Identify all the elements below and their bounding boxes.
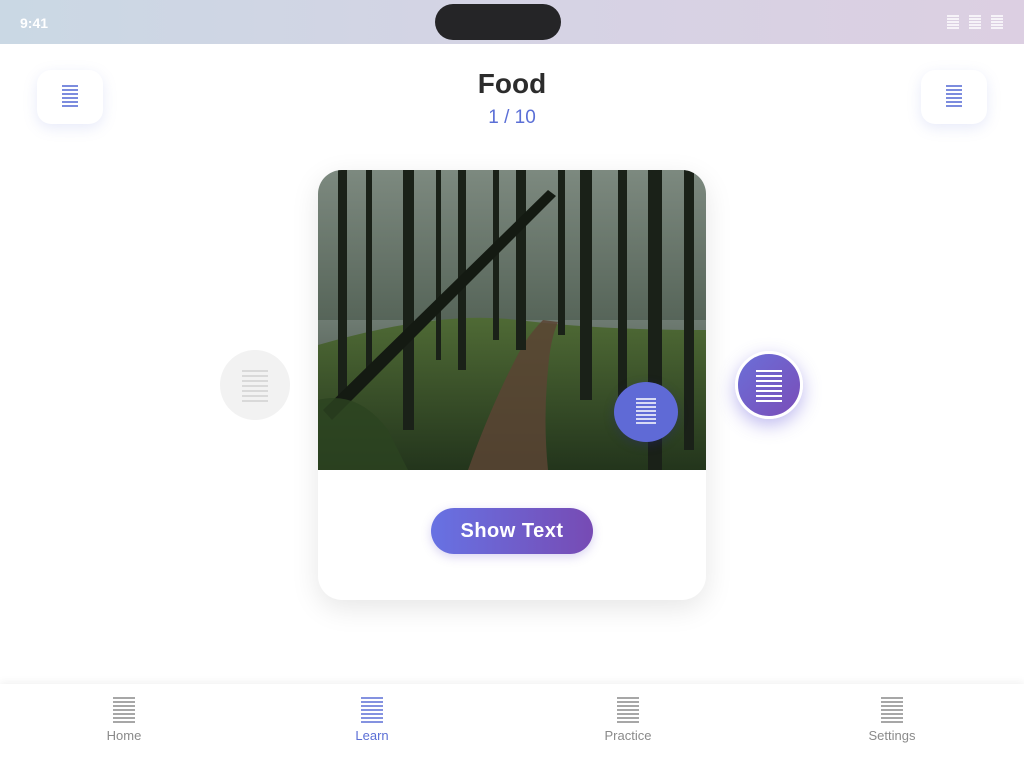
tab-label: Learn <box>355 728 389 743</box>
tab-settings[interactable]: Settings <box>832 696 952 743</box>
show-text-button[interactable]: Show Text <box>431 508 593 554</box>
status-icons <box>946 14 1004 30</box>
next-card-button[interactable] <box>735 351 803 419</box>
tab-learn[interactable]: Learn <box>312 696 432 743</box>
signal-icon <box>947 15 959 29</box>
card-progress: 1 / 10 <box>488 107 536 128</box>
tab-home[interactable]: Home <box>64 696 184 743</box>
flash-card[interactable]: Show Text <box>318 170 706 600</box>
settings-icon <box>881 697 903 723</box>
status-bar: 9:41 <box>0 0 1024 44</box>
deck-title: Food <box>477 68 547 99</box>
menu-icon <box>946 85 962 107</box>
camera-notch <box>435 4 561 40</box>
audio-button[interactable] <box>614 382 678 442</box>
previous-icon <box>242 370 268 402</box>
tab-practice[interactable]: Practice <box>568 696 688 743</box>
status-time: 9:41 <box>20 15 49 31</box>
battery-icon <box>991 15 1003 29</box>
menu-button-right[interactable] <box>921 70 987 124</box>
wifi-icon <box>969 15 981 29</box>
tab-label: Settings <box>868 728 916 743</box>
learn-icon <box>361 697 383 723</box>
next-icon <box>756 370 782 402</box>
previous-card-button[interactable] <box>220 350 290 420</box>
home-icon <box>113 697 135 723</box>
tab-bar: Home Learn Practice Settings <box>0 684 1024 768</box>
tab-label: Home <box>106 728 142 743</box>
audio-icon <box>636 398 656 424</box>
practice-icon <box>617 697 639 723</box>
tab-label: Practice <box>604 728 652 743</box>
